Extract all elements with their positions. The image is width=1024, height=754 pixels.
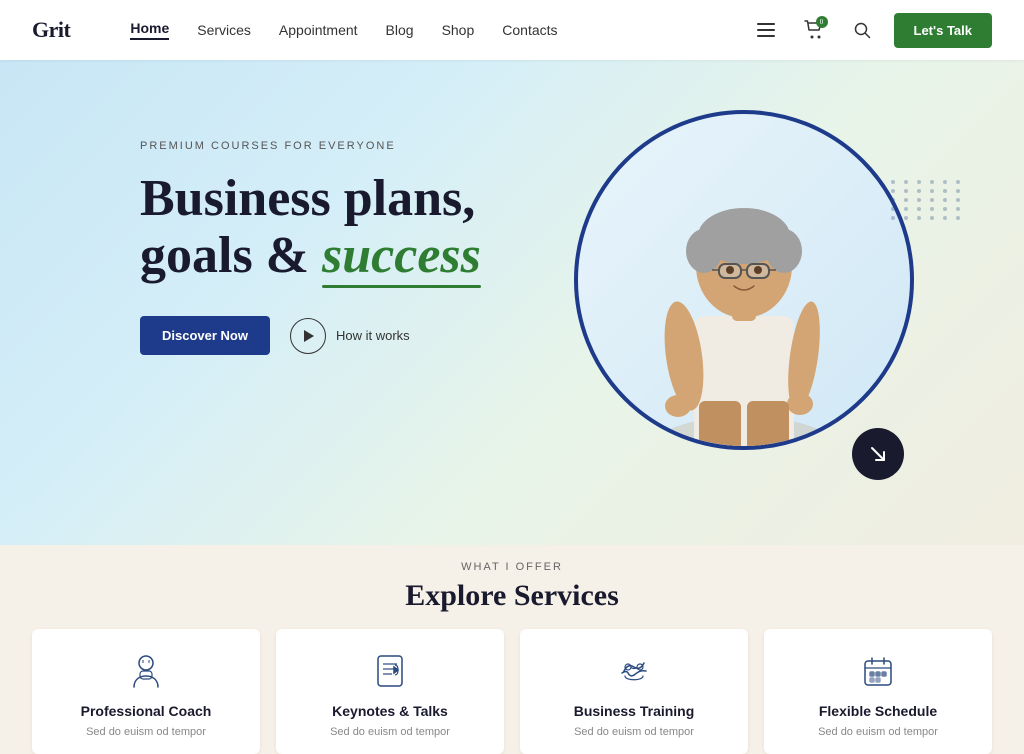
search-icon[interactable] [846,14,878,46]
hero-title: Business plans, goals & success [140,170,481,284]
nav-home[interactable]: Home [130,20,169,40]
coach-icon [124,649,168,693]
play-triangle [304,330,314,342]
keynotes-icon [368,649,412,693]
training-icon [612,649,656,693]
nav-appointment[interactable]: Appointment [279,22,358,38]
service-card-coach[interactable]: Professional Coach Sed do euism od tempo… [32,629,260,754]
service-card-keynotes[interactable]: Keynotes & Talks Sed do euism od tempor [276,629,504,754]
keynotes-name: Keynotes & Talks [332,703,448,719]
menu-icon[interactable] [750,14,782,46]
services-eyebrow: WHAT I OFFER [32,561,992,573]
how-it-works-button[interactable]: How it works [290,318,410,354]
play-icon [290,318,326,354]
services-header: WHAT I OFFER Explore Services [32,561,992,613]
header: Grit Home Services Appointment Blog Shop… [0,0,1024,60]
cta-button[interactable]: Let's Talk [894,13,992,48]
hero-accent: success [322,227,481,284]
nav-shop[interactable]: Shop [442,22,475,38]
schedule-icon [856,649,900,693]
scroll-arrow[interactable] [852,428,904,480]
keynotes-desc: Sed do euism od tempor [330,725,450,740]
cart-icon[interactable]: 0 [798,14,830,46]
main-nav: Home Services Appointment Blog Shop Cont… [130,20,749,40]
coach-name: Professional Coach [81,703,212,719]
training-name: Business Training [574,703,695,719]
hero-actions: Discover Now How it works [140,316,481,355]
services-title: Explore Services [32,579,992,613]
arrow-down-right-icon [868,444,888,464]
hero-eyebrow: PREMIUM COURSES FOR EVERYONE [140,140,481,152]
hero-image-container [564,80,924,520]
hero-circle [574,110,914,450]
services-grid: Professional Coach Sed do euism od tempo… [32,629,992,754]
header-icons: 0 [750,14,878,46]
hero-content: PREMIUM COURSES FOR EVERYONE Business pl… [140,140,481,355]
person-illustration [604,146,884,446]
dots-decoration [891,180,964,220]
nav-services[interactable]: Services [197,22,251,38]
service-card-schedule[interactable]: Flexible Schedule Sed do euism od tempor [764,629,992,754]
schedule-name: Flexible Schedule [819,703,937,719]
nav-contacts[interactable]: Contacts [502,22,557,38]
how-it-works-label: How it works [336,328,410,343]
hero-section: PREMIUM COURSES FOR EVERYONE Business pl… [0,60,1024,570]
schedule-desc: Sed do euism od tempor [818,725,938,740]
training-desc: Sed do euism od tempor [574,725,694,740]
service-card-training[interactable]: Business Training Sed do euism od tempor [520,629,748,754]
cart-badge: 0 [816,16,828,28]
discover-button[interactable]: Discover Now [140,316,270,355]
coach-desc: Sed do euism od tempor [86,725,206,740]
nav-blog[interactable]: Blog [386,22,414,38]
services-section: WHAT I OFFER Explore Services Profession… [0,545,1024,745]
logo[interactable]: Grit [32,17,70,43]
